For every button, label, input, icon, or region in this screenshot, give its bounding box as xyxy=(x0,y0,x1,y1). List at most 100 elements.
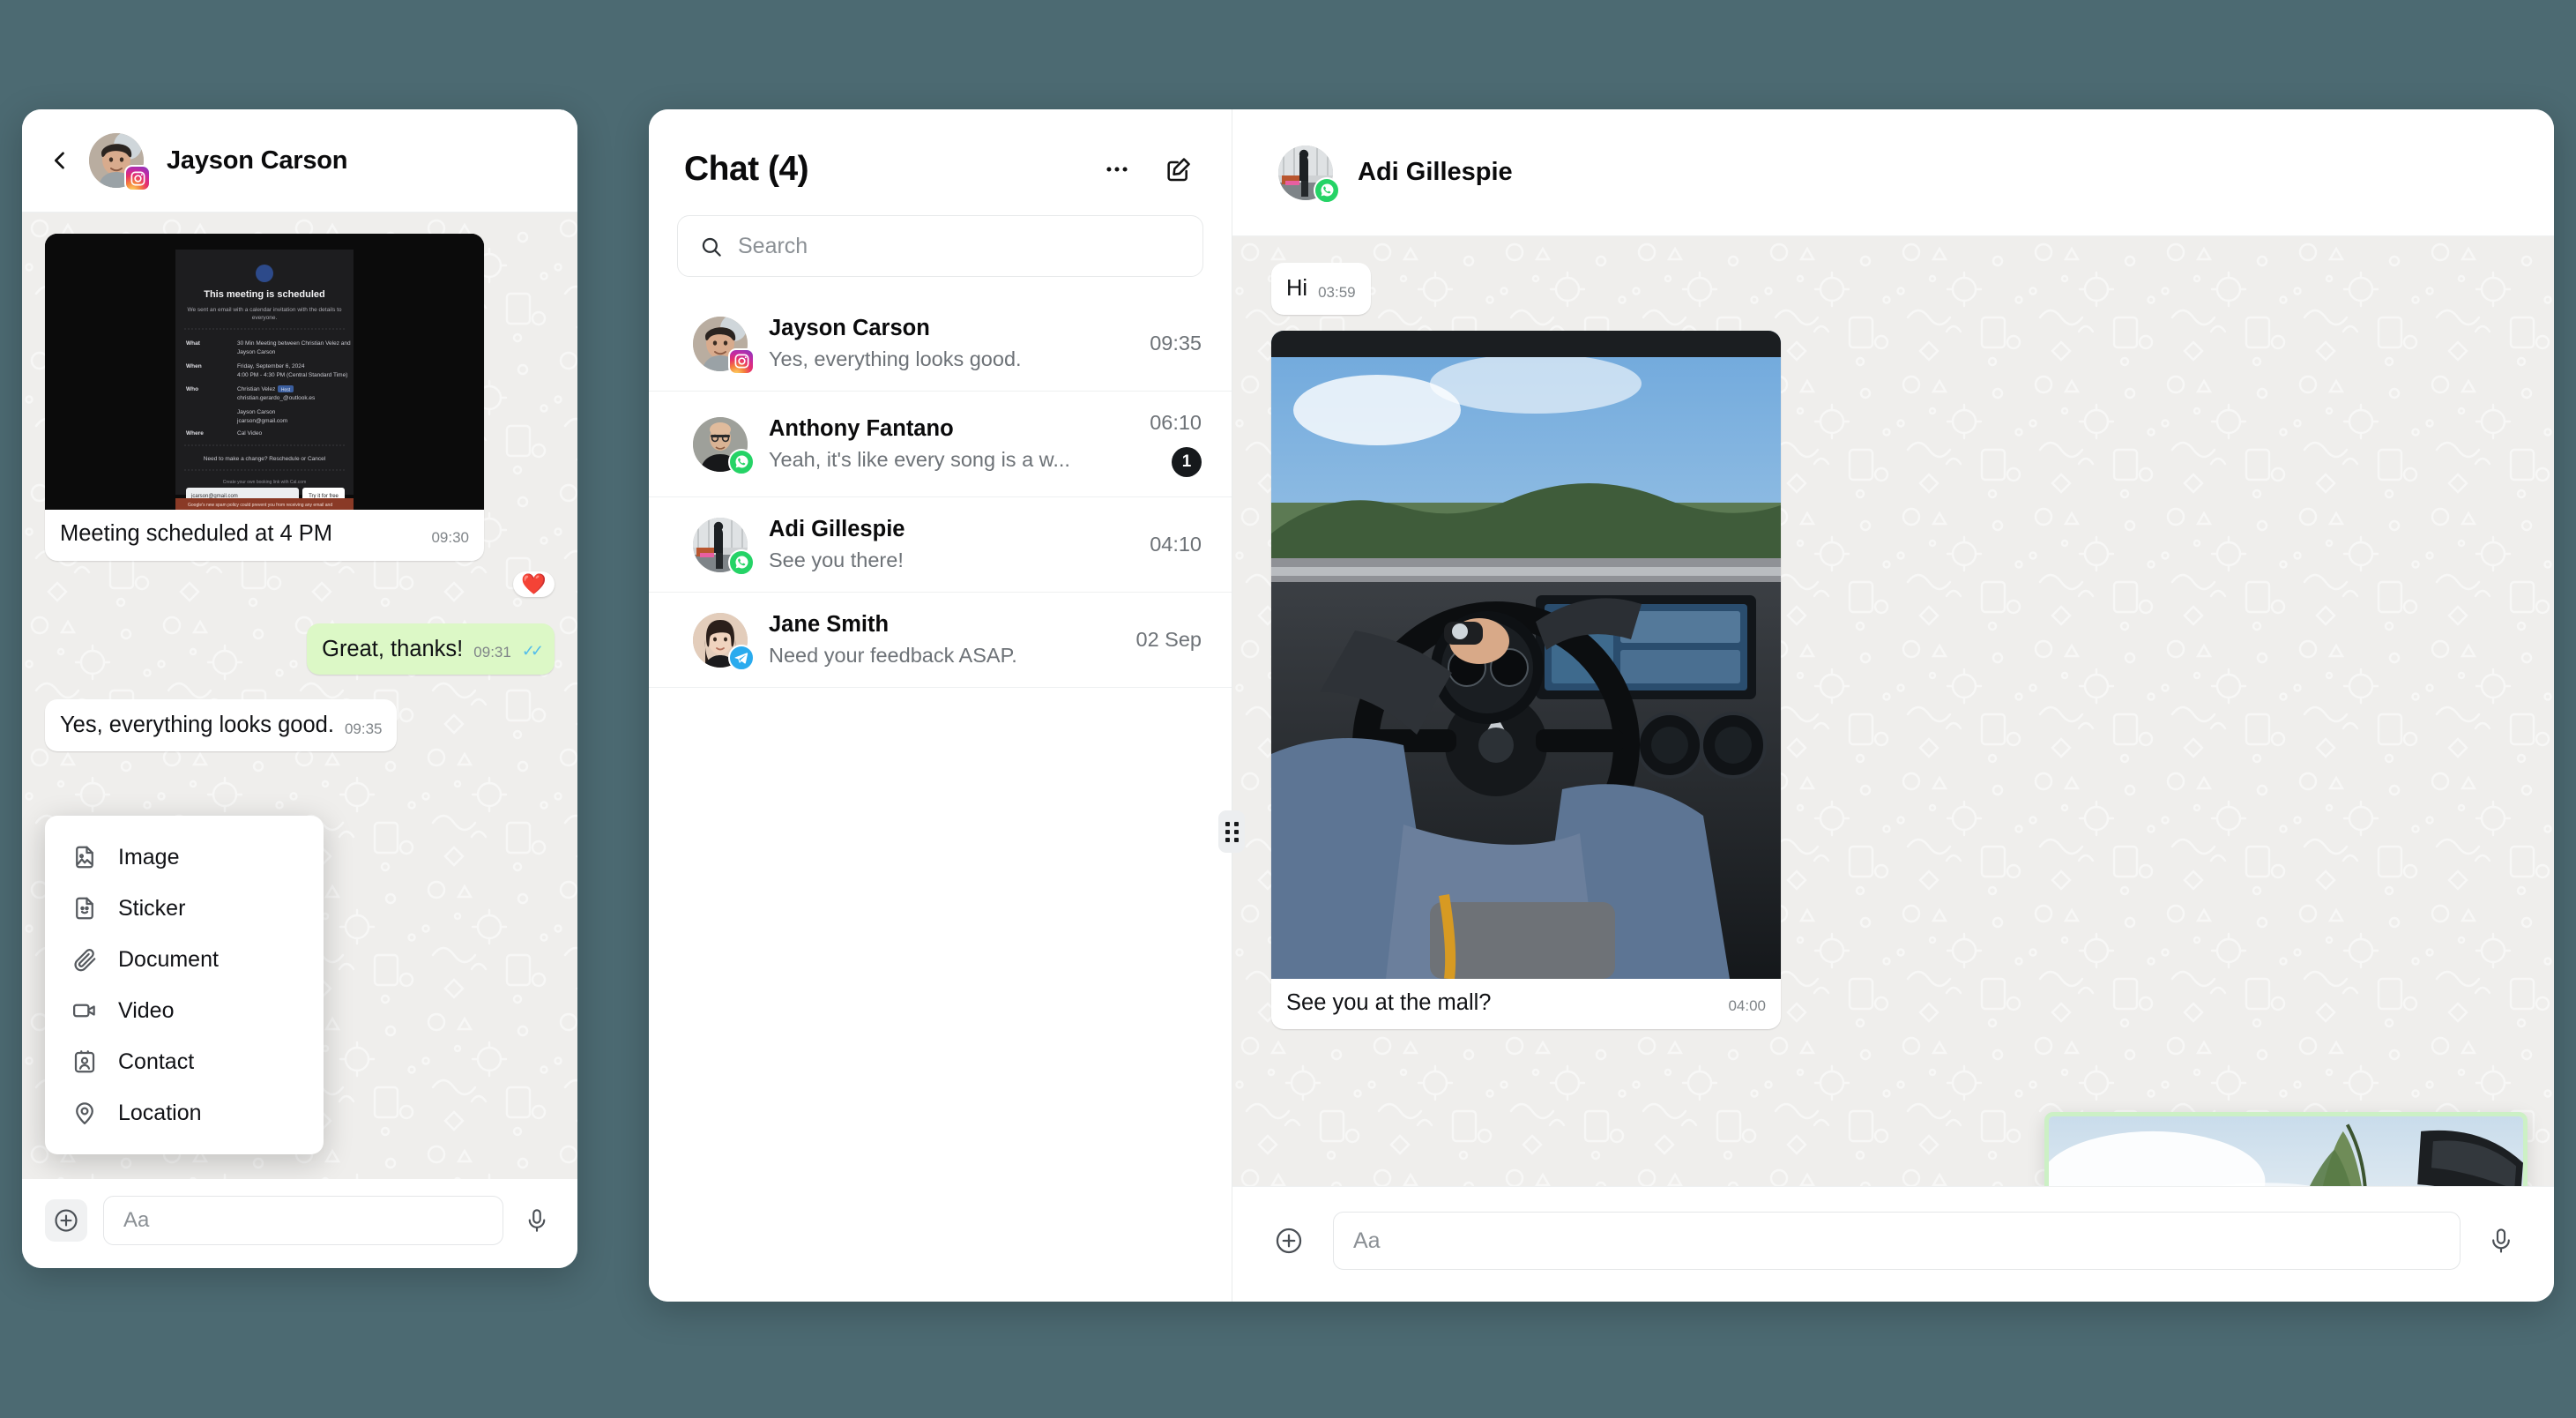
list-item-content: Jayson Carson Yes, everything looks good… xyxy=(769,316,1128,371)
avatar[interactable] xyxy=(1278,145,1340,204)
svg-text:Friday, September 6, 2024: Friday, September 6, 2024 xyxy=(237,363,305,369)
avatar xyxy=(693,316,755,375)
attachment-item-contact[interactable]: Contact xyxy=(45,1036,324,1087)
chat-list-pane: Chat (4) Search Jayson Carson Yes, every… xyxy=(649,109,1245,1302)
voice-record-button[interactable] xyxy=(519,1203,555,1238)
message-preview: Yes, everything looks good. xyxy=(769,347,1022,370)
outgoing-message-bubble[interactable]: Great, thanks! 09:31 ✓✓ xyxy=(307,623,555,675)
attachment-menu: Image Sticker Document Video Contact Loc… xyxy=(45,816,324,1154)
list-item-content: Anthony Fantano Yeah, it's like every so… xyxy=(769,416,1128,472)
avatar xyxy=(693,517,755,576)
instagram-icon xyxy=(124,165,151,191)
message-preview: See you there! xyxy=(769,549,904,571)
svg-text:Jayson Carson: Jayson Carson xyxy=(237,409,276,415)
plus-circle-icon xyxy=(1276,1228,1302,1254)
media-caption: Meeting scheduled at 4 PM xyxy=(60,521,333,546)
attachment-item-video[interactable]: Video xyxy=(45,985,324,1036)
list-item-meta: 06:10 1 xyxy=(1150,411,1202,477)
avatar[interactable] xyxy=(89,133,151,191)
list-item[interactable]: Adi Gillespie See you there! 04:10 xyxy=(649,497,1232,593)
list-item[interactable]: Jayson Carson Yes, everything looks good… xyxy=(649,296,1232,392)
attachment-label: Document xyxy=(118,946,219,972)
back-button[interactable] xyxy=(45,146,75,175)
resize-grip-icon[interactable] xyxy=(1218,810,1245,853)
map-pin-icon xyxy=(76,1102,93,1124)
message-text: Hi xyxy=(1286,276,1308,301)
svg-text:30 Min Meeting between Christi: 30 Min Meeting between Christian Velez a… xyxy=(237,340,351,347)
svg-text:Jayson Carson: Jayson Carson xyxy=(237,349,276,355)
media-caption-row: See you at the mall? 04:00 xyxy=(1271,979,1781,1030)
list-item-meta: 09:35 xyxy=(1150,332,1202,355)
svg-text:When: When xyxy=(186,363,202,369)
svg-text:Host: Host xyxy=(281,388,291,393)
timestamp: 02 Sep xyxy=(1135,628,1202,651)
left-chat-window: Jayson Carson This meeting is scheduled … xyxy=(22,109,577,1268)
message-input[interactable]: Aa xyxy=(1333,1212,2461,1270)
conversation-background: Hi 03:59 See you at the mall? 04:00 xyxy=(1232,236,2554,1186)
avatar xyxy=(693,416,755,475)
contact-name: Jayson Carson xyxy=(769,316,930,340)
message-time: 04:00 xyxy=(1728,997,1766,1015)
svg-text:This meeting is scheduled: This meeting is scheduled xyxy=(204,289,325,300)
list-item-content: Adi Gillespie See you there! xyxy=(769,517,1128,572)
timestamp: 04:10 xyxy=(1150,533,1202,556)
svg-text:Google's new spam policy could: Google's new spam policy could prevent y… xyxy=(188,503,332,508)
more-options-button[interactable] xyxy=(1099,152,1135,187)
attachment-label: Image xyxy=(118,844,180,869)
message-time: 09:31 xyxy=(473,644,511,661)
message-row: Yes, everything looks good. 09:35 xyxy=(45,699,555,751)
contact-card-icon xyxy=(74,1050,95,1073)
message-preview: Need your feedback ASAP. xyxy=(769,644,1017,667)
conversation-composer: Aa xyxy=(1232,1186,2554,1302)
message-text: Great, thanks! xyxy=(322,636,464,661)
heart-reaction-icon[interactable]: ❤️ xyxy=(513,571,555,597)
incoming-message-bubble[interactable]: Hi 03:59 xyxy=(1271,263,1371,315)
list-item[interactable]: Jane Smith Need your feedback ASAP. 02 S… xyxy=(649,593,1232,688)
page-title: Jayson Carson xyxy=(167,146,348,175)
timestamp: 09:35 xyxy=(1150,332,1202,354)
attachment-button[interactable] xyxy=(1268,1220,1310,1262)
avatar xyxy=(693,612,755,671)
left-window-header: Jayson Carson xyxy=(22,109,577,213)
svg-text:What: What xyxy=(186,340,201,347)
whatsapp-icon xyxy=(728,549,755,576)
list-item[interactable]: Anthony Fantano Yeah, it's like every so… xyxy=(649,392,1232,497)
list-item-meta: 02 Sep xyxy=(1136,628,1202,652)
timestamp: 06:10 xyxy=(1150,411,1202,434)
attachment-label: Sticker xyxy=(118,895,186,921)
contact-name: Anthony Fantano xyxy=(769,416,954,441)
message-row: This meeting is scheduled We sent an ema… xyxy=(45,234,555,561)
attachment-item-location[interactable]: Location xyxy=(45,1087,324,1138)
attachment-item-sticker[interactable]: Sticker xyxy=(45,883,324,934)
instagram-icon xyxy=(728,347,755,375)
whatsapp-icon xyxy=(728,448,755,475)
compose-button[interactable] xyxy=(1161,152,1196,187)
left-composer: Aa xyxy=(22,1179,577,1268)
attachment-item-document[interactable]: Document xyxy=(45,934,324,985)
chat-list-title: Chat (4) xyxy=(684,150,809,188)
meeting-preview-image: This meeting is scheduled We sent an ema… xyxy=(45,234,484,510)
svg-text:Where: Where xyxy=(186,430,204,437)
microphone-icon xyxy=(2492,1228,2510,1253)
incoming-message-bubble[interactable]: Yes, everything looks good. 09:35 xyxy=(45,699,398,751)
list-item-meta: 04:10 xyxy=(1150,533,1202,556)
media-message[interactable]: See you at the mall? 04:00 xyxy=(1271,330,1781,1030)
media-caption: See you at the mall? xyxy=(1286,989,1492,1015)
voice-record-button[interactable] xyxy=(2483,1223,2519,1258)
svg-text:Need to make a change? Resched: Need to make a change? Reschedule or Can… xyxy=(204,456,326,462)
conversation-pane: Adi Gillespie Hi 03:59 See you at the ma… xyxy=(1232,109,2554,1302)
message-row: Hi 03:59 xyxy=(1271,263,2515,315)
dragged-image-preview[interactable] xyxy=(2044,1112,2528,1186)
search-input[interactable]: Search xyxy=(677,215,1203,277)
message-input[interactable]: Aa xyxy=(103,1196,503,1245)
list-item-content: Jane Smith Need your feedback ASAP. xyxy=(769,612,1115,668)
contact-name: Jane Smith xyxy=(769,612,890,637)
media-message[interactable]: This meeting is scheduled We sent an ema… xyxy=(45,234,484,561)
chat-list-header: Chat (4) xyxy=(649,109,1232,205)
svg-text:Who: Who xyxy=(186,386,198,392)
attachment-button[interactable] xyxy=(45,1199,87,1242)
telegram-icon xyxy=(728,644,755,671)
chat-list-actions xyxy=(1099,152,1196,187)
attachment-item-image[interactable]: Image xyxy=(45,832,324,883)
attachment-label: Video xyxy=(118,997,175,1023)
